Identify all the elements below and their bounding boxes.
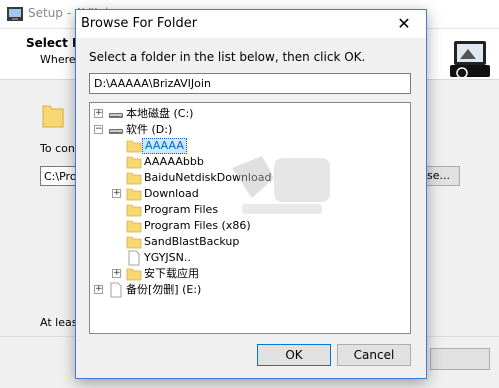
setup-computer-logo-icon bbox=[450, 41, 490, 79]
dialog-titlebar: Browse For Folder ✕ bbox=[76, 10, 426, 38]
folder-icon bbox=[126, 138, 142, 154]
folder-icon bbox=[126, 218, 142, 234]
tree-item-label: AAAAAbbb bbox=[144, 155, 204, 168]
file-icon bbox=[126, 250, 142, 266]
tree-item-label: Program Files bbox=[144, 203, 219, 216]
setup-continue-text: To con bbox=[40, 142, 75, 155]
setup-app-icon bbox=[7, 7, 23, 21]
tree-item[interactable]: + 本地磁盘 (C:) bbox=[90, 106, 410, 122]
tree-item-label: AAAAA bbox=[142, 138, 187, 154]
drive-icon bbox=[108, 106, 124, 122]
tree-item[interactable]: YGYJSN.. bbox=[90, 250, 410, 266]
tree-item[interactable]: + 备份[勿删] (E:) bbox=[90, 282, 410, 298]
expand-icon[interactable]: + bbox=[112, 189, 121, 198]
folder-icon bbox=[126, 170, 142, 186]
tree-item[interactable]: + 安下载应用 bbox=[90, 266, 410, 282]
tree-item-label: Download bbox=[144, 187, 199, 200]
tree-item-label: 本地磁盘 (C:) bbox=[126, 107, 194, 120]
folder-icon bbox=[126, 202, 142, 218]
tree-item[interactable]: SandBlastBackup bbox=[90, 234, 410, 250]
tree-item-label: SandBlastBackup bbox=[144, 235, 240, 248]
expand-icon[interactable]: + bbox=[94, 285, 103, 294]
file-icon bbox=[108, 282, 124, 298]
expand-icon[interactable]: + bbox=[112, 269, 121, 278]
setup-page-subtitle: Where bbox=[40, 53, 76, 66]
collapse-icon[interactable]: − bbox=[94, 125, 103, 134]
folder-icon bbox=[126, 266, 142, 282]
close-icon[interactable]: ✕ bbox=[382, 10, 426, 38]
setup-folder-icon bbox=[42, 105, 64, 128]
expand-icon[interactable]: + bbox=[94, 109, 103, 118]
drive-icon bbox=[108, 122, 124, 138]
cancel-button[interactable]: Cancel bbox=[337, 344, 411, 366]
dialog-prompt: Select a folder in the list below, then … bbox=[89, 50, 366, 64]
tree-item-label: 安下载应用 bbox=[144, 267, 199, 280]
tree-item-label: 备份[勿删] (E:) bbox=[126, 283, 202, 296]
folder-icon bbox=[126, 186, 142, 202]
tree-item-label: 软件 (D:) bbox=[126, 123, 173, 136]
setup-footer-button[interactable] bbox=[430, 348, 490, 370]
folder-icon bbox=[126, 154, 142, 170]
dialog-title: Browse For Folder bbox=[81, 16, 198, 31]
ok-button[interactable]: OK bbox=[257, 344, 331, 366]
setup-page-title: Select D bbox=[26, 36, 83, 50]
watermark-logo bbox=[232, 156, 330, 214]
folder-icon bbox=[126, 234, 142, 250]
tree-item-label: YGYJSN.. bbox=[144, 251, 191, 264]
tree-item[interactable]: − 软件 (D:) bbox=[90, 122, 410, 138]
folder-path-input[interactable] bbox=[89, 73, 411, 94]
